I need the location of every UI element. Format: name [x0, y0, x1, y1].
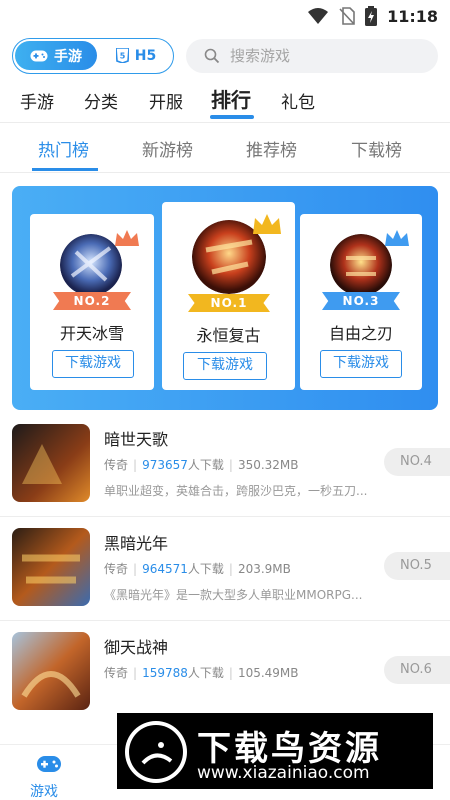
- game-name: 永恒复古: [196, 326, 261, 345]
- nav-active-indicator: [210, 115, 254, 119]
- tab-recommended[interactable]: 推荐榜: [246, 136, 297, 161]
- svg-text:5: 5: [119, 52, 125, 61]
- rank-label: NO.5: [384, 552, 450, 580]
- html5-icon: 5: [115, 48, 129, 63]
- download-button[interactable]: 下载游戏: [183, 352, 267, 380]
- crown-icon: [253, 214, 281, 234]
- nav-item-gifts[interactable]: 礼包: [281, 88, 315, 113]
- download-count: 973657: [142, 458, 188, 472]
- download-count-suffix: 人下载: [187, 562, 224, 576]
- bottom-tab-games[interactable]: 游戏: [30, 781, 58, 800]
- list-item[interactable]: 暗世天歌 传奇 | 973657人下载 | 350.32MB 单职业超变，英雄合击，跨服…: [0, 424, 450, 528]
- download-button[interactable]: 下载游戏: [320, 350, 402, 378]
- rank-label: NO.6: [384, 656, 450, 684]
- divider: [0, 516, 450, 517]
- battery-icon: [365, 6, 378, 26]
- mode-tab-mobile[interactable]: 手游: [15, 41, 97, 70]
- download-count: 964571: [142, 562, 188, 576]
- game-title: 黑暗光年: [104, 534, 169, 553]
- game-category: 传奇: [104, 458, 129, 472]
- podium-card-3[interactable]: NO.3 自由之刃 下载游戏: [300, 214, 422, 390]
- status-bar: 11:18: [0, 0, 450, 32]
- main-nav: 手游 分类 开服 排行 礼包: [0, 84, 450, 120]
- divider: [0, 620, 450, 621]
- nav-item-ranking[interactable]: 排行: [211, 84, 251, 113]
- game-meta: 传奇 | 159788人下载 | 105.49MB: [104, 666, 299, 680]
- no-sim-icon: [339, 7, 355, 25]
- status-time: 11:18: [387, 6, 438, 26]
- download-count-suffix: 人下载: [187, 458, 224, 472]
- game-meta: 传奇 | 964571人下载 | 203.9MB: [104, 562, 291, 576]
- tab-downloads[interactable]: 下载榜: [351, 136, 402, 161]
- gamepad-icon: [37, 756, 61, 772]
- game-category: 传奇: [104, 562, 129, 576]
- divider: [0, 172, 450, 173]
- search-icon: [204, 48, 220, 64]
- tab-active-indicator: [32, 168, 98, 171]
- podium-card-1[interactable]: NO.1 永恒复古 下载游戏: [162, 202, 295, 390]
- podium-card-2[interactable]: NO.2 开天冰雪 下载游戏: [30, 214, 154, 390]
- nav-item-mobile-games[interactable]: 手游: [20, 88, 54, 113]
- game-thumbnail: [12, 632, 90, 710]
- crown-icon: [385, 230, 409, 246]
- watermark-url: www.xiazainiao.com: [197, 763, 370, 783]
- search-input[interactable]: [230, 47, 420, 65]
- mode-tab-h5[interactable]: 5 H5: [101, 41, 171, 70]
- game-title: 暗世天歌: [104, 430, 169, 449]
- gamepad-icon: [30, 50, 48, 61]
- game-description: 单职业超变，英雄合击，跨服沙巴克，一秒五刀...: [104, 484, 368, 498]
- game-description: 《黑暗光年》是一款大型多人单职业MMORPG...: [104, 588, 363, 602]
- top-three-podium: NO.2 开天冰雪 下载游戏 NO.1 永恒复古 下载游戏 NO.3 自由之刃 …: [12, 186, 438, 410]
- rank-badge: NO.2: [53, 292, 131, 310]
- rank-badge: NO.3: [322, 292, 400, 310]
- ranking-tabs: 热门榜 新游榜 推荐榜 下载榜: [0, 124, 450, 172]
- tab-hot[interactable]: 热门榜: [38, 136, 89, 161]
- game-title: 御天战神: [104, 638, 169, 657]
- game-category: 传奇: [104, 666, 129, 680]
- tab-new[interactable]: 新游榜: [142, 136, 193, 161]
- top-header: 手游 5 H5: [12, 38, 438, 76]
- file-size: 105.49MB: [237, 666, 299, 680]
- rank-badge: NO.1: [188, 294, 270, 312]
- wifi-icon: [308, 8, 329, 24]
- game-thumbnail: [12, 424, 90, 502]
- bird-logo-icon: [125, 721, 187, 783]
- game-icon: [60, 234, 122, 296]
- divider: [0, 122, 450, 123]
- nav-item-servers[interactable]: 开服: [149, 88, 183, 113]
- nav-item-categories[interactable]: 分类: [84, 88, 118, 113]
- rank-label: NO.4: [384, 448, 450, 476]
- list-item[interactable]: 黑暗光年 传奇 | 964571人下载 | 203.9MB 《黑暗光年》是一款大型多人单…: [0, 528, 450, 632]
- download-count: 159788: [142, 666, 188, 680]
- search-bar[interactable]: [186, 39, 438, 73]
- game-name: 开天冰雪: [59, 324, 124, 343]
- download-button[interactable]: 下载游戏: [52, 350, 134, 378]
- file-size: 350.32MB: [237, 458, 299, 472]
- game-thumbnail: [12, 528, 90, 606]
- game-icon: [330, 234, 392, 296]
- download-count-suffix: 人下载: [187, 666, 224, 680]
- game-name: 自由之刃: [328, 324, 393, 343]
- crown-icon: [115, 230, 139, 246]
- game-meta: 传奇 | 973657人下载 | 350.32MB: [104, 458, 299, 472]
- mode-tab-h5-label: H5: [134, 47, 157, 64]
- file-size: 203.9MB: [237, 562, 291, 576]
- mode-tab-mobile-label: 手游: [54, 48, 82, 65]
- mode-switch: 手游 5 H5: [12, 38, 174, 74]
- watermark-banner: 下载鸟资源 www.xiazainiao.com: [117, 713, 433, 789]
